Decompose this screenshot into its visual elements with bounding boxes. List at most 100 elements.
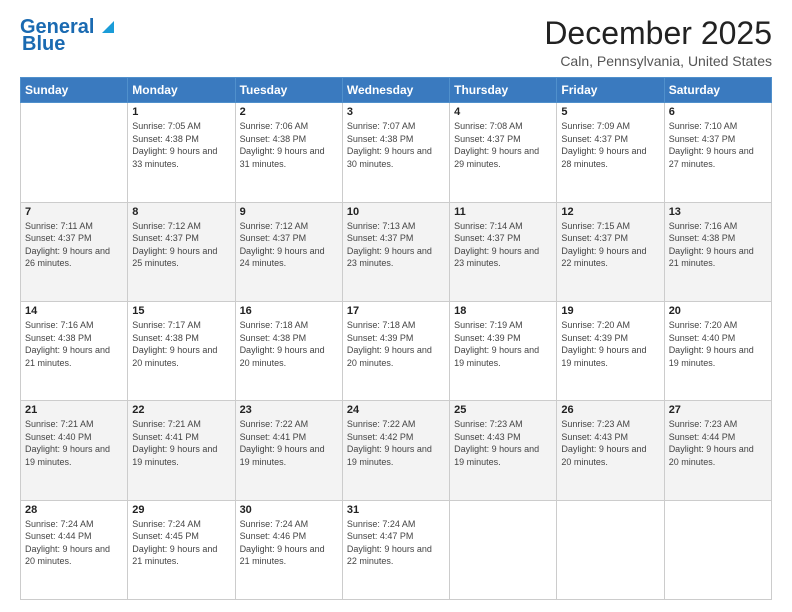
day-number: 9 bbox=[240, 206, 338, 218]
day-info: Sunrise: 7:07 AMSunset: 4:38 PMDaylight:… bbox=[347, 120, 445, 170]
table-row bbox=[664, 500, 771, 599]
table-row: 26 Sunrise: 7:23 AMSunset: 4:43 PMDayligh… bbox=[557, 401, 664, 500]
col-sunday: Sunday bbox=[21, 78, 128, 103]
location: Caln, Pennsylvania, United States bbox=[544, 53, 772, 69]
table-row: 25 Sunrise: 7:23 AMSunset: 4:43 PMDayligh… bbox=[450, 401, 557, 500]
table-row: 13 Sunrise: 7:16 AMSunset: 4:38 PMDayligh… bbox=[664, 202, 771, 301]
col-tuesday: Tuesday bbox=[235, 78, 342, 103]
table-row: 1Sunrise: 7:05 AMSunset: 4:38 PMDaylight… bbox=[128, 103, 235, 202]
day-info: Sunrise: 7:05 AMSunset: 4:38 PMDaylight:… bbox=[132, 120, 230, 170]
table-row: 8 Sunrise: 7:12 AMSunset: 4:37 PMDaylight… bbox=[128, 202, 235, 301]
logo: General Blue bbox=[20, 16, 118, 56]
day-number: 20 bbox=[669, 305, 767, 317]
calendar-header-row: Sunday Monday Tuesday Wednesday Thursday… bbox=[21, 78, 772, 103]
table-row: 15 Sunrise: 7:17 AMSunset: 4:38 PMDayligh… bbox=[128, 301, 235, 400]
day-info: Sunrise: 7:21 AMSunset: 4:41 PMDaylight:… bbox=[132, 418, 230, 468]
day-number: 19 bbox=[561, 305, 659, 317]
col-wednesday: Wednesday bbox=[342, 78, 449, 103]
table-row: 18Sunrise: 7:19 AMSunset: 4:39 PMDayligh… bbox=[450, 301, 557, 400]
col-thursday: Thursday bbox=[450, 78, 557, 103]
table-row: 19 Sunrise: 7:20 AMSunset: 4:39 PMDayligh… bbox=[557, 301, 664, 400]
day-number: 26 bbox=[561, 404, 659, 416]
day-info: Sunrise: 7:15 AMSunset: 4:37 PMDaylight:… bbox=[561, 220, 659, 270]
day-info: Sunrise: 7:16 AMSunset: 4:38 PMDaylight:… bbox=[25, 319, 123, 369]
table-row: 11Sunrise: 7:14 AMSunset: 4:37 PMDayligh… bbox=[450, 202, 557, 301]
day-info: Sunrise: 7:23 AMSunset: 4:43 PMDaylight:… bbox=[454, 418, 552, 468]
calendar-week-row: 28 Sunrise: 7:24 AMSunset: 4:44 PMDayligh… bbox=[21, 500, 772, 599]
month-title: December 2025 bbox=[544, 16, 772, 51]
table-row: 5Sunrise: 7:09 AMSunset: 4:37 PMDaylight… bbox=[557, 103, 664, 202]
table-row: 14 Sunrise: 7:16 AMSunset: 4:38 PMDayligh… bbox=[21, 301, 128, 400]
day-info: Sunrise: 7:12 AMSunset: 4:37 PMDaylight:… bbox=[240, 220, 338, 270]
table-row: 12Sunrise: 7:15 AMSunset: 4:37 PMDayligh… bbox=[557, 202, 664, 301]
day-number: 6 bbox=[669, 106, 767, 118]
day-info: Sunrise: 7:23 AMSunset: 4:43 PMDaylight:… bbox=[561, 418, 659, 468]
table-row: 6 Sunrise: 7:10 AMSunset: 4:37 PMDaylight… bbox=[664, 103, 771, 202]
day-number: 3 bbox=[347, 106, 445, 118]
calendar-week-row: 14 Sunrise: 7:16 AMSunset: 4:38 PMDayligh… bbox=[21, 301, 772, 400]
day-number: 16 bbox=[240, 305, 338, 317]
day-info: Sunrise: 7:06 AMSunset: 4:38 PMDaylight:… bbox=[240, 120, 338, 170]
page: General Blue December 2025 Caln, Pennsyl… bbox=[0, 0, 792, 612]
table-row: 31Sunrise: 7:24 AMSunset: 4:47 PMDayligh… bbox=[342, 500, 449, 599]
day-number: 4 bbox=[454, 106, 552, 118]
day-info: Sunrise: 7:18 AMSunset: 4:38 PMDaylight:… bbox=[240, 319, 338, 369]
day-info: Sunrise: 7:16 AMSunset: 4:38 PMDaylight:… bbox=[669, 220, 767, 270]
day-number: 13 bbox=[669, 206, 767, 218]
day-info: Sunrise: 7:12 AMSunset: 4:37 PMDaylight:… bbox=[132, 220, 230, 270]
table-row: 23Sunrise: 7:22 AMSunset: 4:41 PMDayligh… bbox=[235, 401, 342, 500]
table-row: 7 Sunrise: 7:11 AMSunset: 4:37 PMDaylight… bbox=[21, 202, 128, 301]
table-row: 24Sunrise: 7:22 AMSunset: 4:42 PMDayligh… bbox=[342, 401, 449, 500]
col-saturday: Saturday bbox=[664, 78, 771, 103]
table-row: 30 Sunrise: 7:24 AMSunset: 4:46 PMDayligh… bbox=[235, 500, 342, 599]
day-info: Sunrise: 7:11 AMSunset: 4:37 PMDaylight:… bbox=[25, 220, 123, 270]
day-info: Sunrise: 7:24 AMSunset: 4:45 PMDaylight:… bbox=[132, 518, 230, 568]
day-info: Sunrise: 7:21 AMSunset: 4:40 PMDaylight:… bbox=[25, 418, 123, 468]
day-number: 31 bbox=[347, 504, 445, 516]
table-row: 22 Sunrise: 7:21 AMSunset: 4:41 PMDayligh… bbox=[128, 401, 235, 500]
day-number: 27 bbox=[669, 404, 767, 416]
day-info: Sunrise: 7:22 AMSunset: 4:41 PMDaylight:… bbox=[240, 418, 338, 468]
day-number: 14 bbox=[25, 305, 123, 317]
day-info: Sunrise: 7:08 AMSunset: 4:37 PMDaylight:… bbox=[454, 120, 552, 170]
day-info: Sunrise: 7:24 AMSunset: 4:46 PMDaylight:… bbox=[240, 518, 338, 568]
col-friday: Friday bbox=[557, 78, 664, 103]
day-number: 7 bbox=[25, 206, 123, 218]
day-number: 22 bbox=[132, 404, 230, 416]
day-number: 15 bbox=[132, 305, 230, 317]
day-info: Sunrise: 7:24 AMSunset: 4:44 PMDaylight:… bbox=[25, 518, 123, 568]
day-info: Sunrise: 7:14 AMSunset: 4:37 PMDaylight:… bbox=[454, 220, 552, 270]
logo-blue: Blue bbox=[22, 33, 65, 56]
table-row: 3 Sunrise: 7:07 AMSunset: 4:38 PMDaylight… bbox=[342, 103, 449, 202]
day-number: 25 bbox=[454, 404, 552, 416]
table-row bbox=[557, 500, 664, 599]
day-info: Sunrise: 7:22 AMSunset: 4:42 PMDaylight:… bbox=[347, 418, 445, 468]
calendar-week-row: 1Sunrise: 7:05 AMSunset: 4:38 PMDaylight… bbox=[21, 103, 772, 202]
day-number: 28 bbox=[25, 504, 123, 516]
day-info: Sunrise: 7:20 AMSunset: 4:40 PMDaylight:… bbox=[669, 319, 767, 369]
table-row: 2 Sunrise: 7:06 AMSunset: 4:38 PMDaylight… bbox=[235, 103, 342, 202]
day-number: 8 bbox=[132, 206, 230, 218]
table-row: 29Sunrise: 7:24 AMSunset: 4:45 PMDayligh… bbox=[128, 500, 235, 599]
col-monday: Monday bbox=[128, 78, 235, 103]
day-info: Sunrise: 7:18 AMSunset: 4:39 PMDaylight:… bbox=[347, 319, 445, 369]
day-info: Sunrise: 7:10 AMSunset: 4:37 PMDaylight:… bbox=[669, 120, 767, 170]
day-number: 30 bbox=[240, 504, 338, 516]
day-number: 2 bbox=[240, 106, 338, 118]
title-section: December 2025 Caln, Pennsylvania, United… bbox=[544, 16, 772, 69]
day-info: Sunrise: 7:20 AMSunset: 4:39 PMDaylight:… bbox=[561, 319, 659, 369]
day-number: 18 bbox=[454, 305, 552, 317]
calendar-week-row: 21 Sunrise: 7:21 AMSunset: 4:40 PMDayligh… bbox=[21, 401, 772, 500]
day-info: Sunrise: 7:17 AMSunset: 4:38 PMDaylight:… bbox=[132, 319, 230, 369]
day-number: 10 bbox=[347, 206, 445, 218]
table-row: 10 Sunrise: 7:13 AMSunset: 4:37 PMDayligh… bbox=[342, 202, 449, 301]
table-row: 20 Sunrise: 7:20 AMSunset: 4:40 PMDayligh… bbox=[664, 301, 771, 400]
table-row: 16 Sunrise: 7:18 AMSunset: 4:38 PMDayligh… bbox=[235, 301, 342, 400]
logo-icon bbox=[96, 15, 118, 37]
day-number: 17 bbox=[347, 305, 445, 317]
table-row: 21 Sunrise: 7:21 AMSunset: 4:40 PMDayligh… bbox=[21, 401, 128, 500]
table-row: 9 Sunrise: 7:12 AMSunset: 4:37 PMDaylight… bbox=[235, 202, 342, 301]
day-info: Sunrise: 7:13 AMSunset: 4:37 PMDaylight:… bbox=[347, 220, 445, 270]
calendar-table: Sunday Monday Tuesday Wednesday Thursday… bbox=[20, 77, 772, 600]
day-number: 21 bbox=[25, 404, 123, 416]
